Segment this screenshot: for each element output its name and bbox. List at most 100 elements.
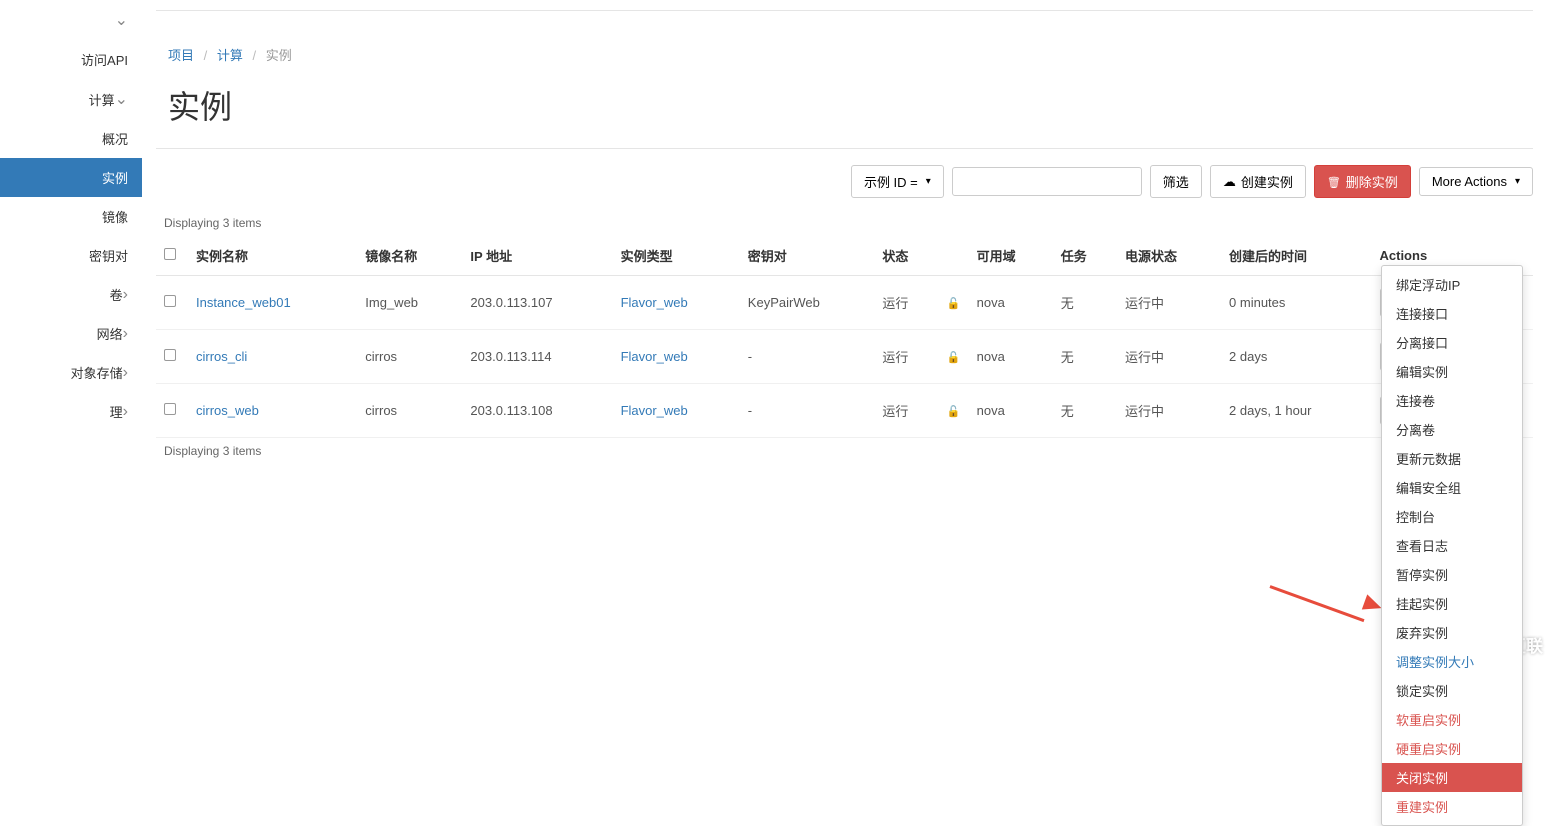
dropdown-item[interactable]: 调整实例大小 bbox=[1382, 647, 1522, 676]
sidebar-item-admin[interactable]: 理 bbox=[0, 392, 142, 431]
cell-task: 无 bbox=[1053, 330, 1117, 384]
dropdown-item[interactable]: 软重启实例 bbox=[1382, 705, 1522, 734]
instance-name-link[interactable]: Instance_web01 bbox=[196, 295, 291, 310]
more-actions-button[interactable]: More Actions bbox=[1419, 167, 1533, 196]
table-row: Instance_web01Img_web203.0.113.107Flavor… bbox=[156, 276, 1533, 330]
dropdown-item[interactable]: 控制台 bbox=[1382, 502, 1522, 531]
item-count-bottom: Displaying 3 items bbox=[156, 438, 1533, 464]
chevron-right-icon bbox=[123, 325, 128, 343]
col-zone[interactable]: 可用域 bbox=[969, 236, 1053, 276]
cell-ip: 203.0.113.114 bbox=[462, 330, 612, 384]
toolbar: 示例 ID = 筛选 创建实例 删除实例 More Actions bbox=[156, 165, 1533, 210]
cell-status: 运行 bbox=[874, 330, 938, 384]
cell-status: 运行 bbox=[874, 384, 938, 438]
cell-status: 运行 bbox=[874, 276, 938, 330]
item-count-top: Displaying 3 items bbox=[156, 210, 1533, 236]
cell-zone: nova bbox=[969, 384, 1053, 438]
page-title: 实例 bbox=[156, 72, 1533, 148]
row-checkbox[interactable] bbox=[164, 349, 176, 361]
col-age[interactable]: 创建后的时间 bbox=[1221, 236, 1371, 276]
cell-image: cirros bbox=[357, 384, 462, 438]
sidebar-item-keypairs[interactable]: 密钥对 bbox=[0, 236, 142, 275]
cell-zone: nova bbox=[969, 276, 1053, 330]
unlock-icon bbox=[947, 349, 961, 364]
instance-name-link[interactable]: cirros_cli bbox=[196, 349, 247, 364]
col-status[interactable]: 状态 bbox=[874, 236, 938, 276]
dropdown-item[interactable]: 连接接口 bbox=[1382, 299, 1522, 328]
sidebar-item-instances[interactable]: 实例 bbox=[0, 158, 142, 197]
unlock-icon bbox=[947, 403, 961, 418]
flavor-link[interactable]: Flavor_web bbox=[621, 295, 688, 310]
flavor-link[interactable]: Flavor_web bbox=[621, 403, 688, 418]
instance-name-link[interactable]: cirros_web bbox=[196, 403, 259, 418]
dropdown-item[interactable]: 暂停实例 bbox=[1382, 560, 1522, 589]
dropdown-item[interactable]: 编辑安全组 bbox=[1382, 473, 1522, 502]
sidebar-item-volumes[interactable]: 卷 bbox=[0, 275, 142, 314]
col-flavor[interactable]: 实例类型 bbox=[613, 236, 740, 276]
sidebar-item-images[interactable]: 镜像 bbox=[0, 197, 142, 236]
col-image[interactable]: 镜像名称 bbox=[357, 236, 462, 276]
filter-button[interactable]: 筛选 bbox=[1150, 165, 1202, 198]
cell-ip: 203.0.113.108 bbox=[462, 384, 612, 438]
instances-table: 实例名称 镜像名称 IP 地址 实例类型 密钥对 状态 可用域 任务 电源状态 … bbox=[156, 236, 1533, 438]
dropdown-item[interactable]: 连接卷 bbox=[1382, 386, 1522, 415]
row-checkbox[interactable] bbox=[164, 295, 176, 307]
breadcrumb-compute[interactable]: 计算 bbox=[217, 48, 243, 63]
chevron-right-icon bbox=[123, 403, 128, 421]
sidebar-item-network[interactable]: 网络 bbox=[0, 314, 142, 353]
dropdown-item[interactable]: 废弃实例 bbox=[1382, 618, 1522, 647]
flavor-link[interactable]: Flavor_web bbox=[621, 349, 688, 364]
cell-task: 无 bbox=[1053, 384, 1117, 438]
breadcrumb-project[interactable]: 项目 bbox=[168, 48, 194, 63]
dropdown-item[interactable]: 查看日志 bbox=[1382, 531, 1522, 560]
row-checkbox[interactable] bbox=[164, 403, 176, 415]
cell-age: 0 minutes bbox=[1221, 276, 1371, 330]
cell-image: cirros bbox=[357, 330, 462, 384]
create-instance-button[interactable]: 创建实例 bbox=[1210, 165, 1306, 198]
dropdown-item[interactable]: 重建实例 bbox=[1382, 792, 1522, 821]
col-keypair[interactable]: 密钥对 bbox=[740, 236, 875, 276]
col-power[interactable]: 电源状态 bbox=[1117, 236, 1221, 276]
dropdown-item[interactable]: 更新元数据 bbox=[1382, 444, 1522, 473]
chevron-right-icon bbox=[123, 364, 128, 382]
delete-instance-button[interactable]: 删除实例 bbox=[1314, 165, 1411, 198]
breadcrumb: 项目 / 计算 / 实例 bbox=[156, 27, 1533, 72]
dropdown-item[interactable]: 编辑实例 bbox=[1382, 357, 1522, 386]
trash-icon bbox=[1327, 174, 1341, 189]
dropdown-item[interactable]: 绑定浮动IP bbox=[1382, 270, 1522, 299]
dropdown-item[interactable]: 锁定实例 bbox=[1382, 676, 1522, 705]
col-task[interactable]: 任务 bbox=[1053, 236, 1117, 276]
filter-field-dropdown[interactable]: 示例 ID = bbox=[851, 165, 944, 198]
row-actions-dropdown: 绑定浮动IP连接接口分离接口编辑实例连接卷分离卷更新元数据编辑安全组控制台查看日… bbox=[1381, 265, 1523, 826]
table-row: cirros_web cirros203.0.113.108 Flavor_web -… bbox=[156, 384, 1533, 438]
dropdown-item[interactable]: 关闭实例 bbox=[1382, 763, 1522, 792]
col-name[interactable]: 实例名称 bbox=[188, 236, 357, 276]
cell-power: 运行中 bbox=[1117, 384, 1221, 438]
cell-power: 运行中 bbox=[1117, 276, 1221, 330]
cell-keypair: - bbox=[740, 330, 875, 384]
sidebar-collapse-top[interactable] bbox=[0, 0, 142, 40]
annotation-arrow bbox=[1270, 585, 1370, 588]
unlock-icon bbox=[947, 295, 961, 310]
breadcrumb-current: 实例 bbox=[266, 48, 292, 63]
cell-power: 运行中 bbox=[1117, 330, 1221, 384]
sidebar-item-overview[interactable]: 概况 bbox=[0, 119, 142, 158]
dropdown-item[interactable]: 挂起实例 bbox=[1382, 589, 1522, 618]
dropdown-item[interactable]: 分离接口 bbox=[1382, 328, 1522, 357]
select-all-checkbox[interactable] bbox=[164, 248, 176, 260]
filter-input[interactable] bbox=[952, 167, 1142, 196]
sidebar-item-api[interactable]: 访问API bbox=[0, 40, 142, 79]
sidebar-item-compute[interactable]: 计算 bbox=[0, 79, 142, 119]
cell-keypair: - bbox=[740, 384, 875, 438]
col-ip[interactable]: IP 地址 bbox=[462, 236, 612, 276]
dropdown-item[interactable]: 分离卷 bbox=[1382, 415, 1522, 444]
sidebar-item-objectstorage[interactable]: 对象存储 bbox=[0, 353, 142, 392]
dropdown-item[interactable]: 硬重启实例 bbox=[1382, 734, 1522, 763]
table-header-row: 实例名称 镜像名称 IP 地址 实例类型 密钥对 状态 可用域 任务 电源状态 … bbox=[156, 236, 1533, 276]
cell-image: Img_web bbox=[357, 276, 462, 330]
chevron-right-icon bbox=[123, 286, 128, 304]
chevron-down-icon bbox=[115, 89, 128, 109]
cell-task: 无 bbox=[1053, 276, 1117, 330]
cloud-icon bbox=[1223, 174, 1236, 190]
cell-age: 2 days, 1 hour bbox=[1221, 384, 1371, 438]
